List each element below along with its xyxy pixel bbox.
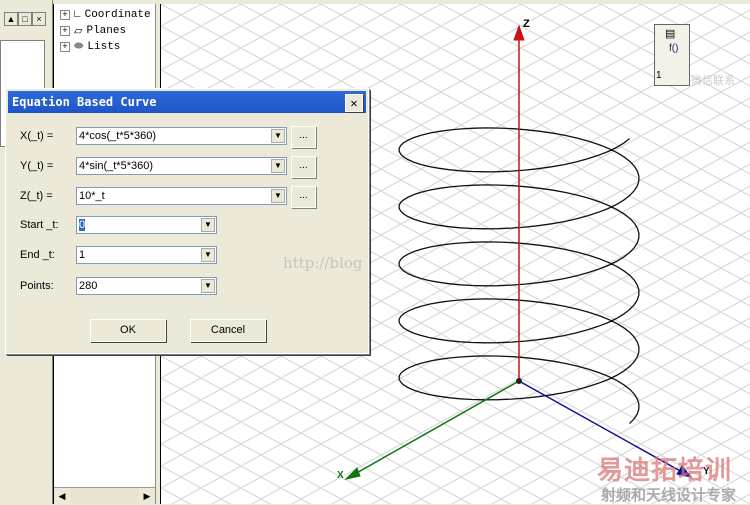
feature-thumbnail[interactable]: ▤ f() 1 (654, 24, 690, 86)
y-value: 4*sin(_t*5*360) (79, 160, 153, 172)
chevron-down-icon[interactable]: ▼ (201, 279, 215, 293)
close-button[interactable]: × (32, 12, 46, 26)
tree-item-coordinate[interactable]: + ∟ Coordinate (60, 7, 151, 23)
expand-icon[interactable]: + (60, 26, 70, 36)
watermark-tagline: 射频和天线设计专家 (601, 487, 737, 504)
minimize-button[interactable]: ▲ (4, 12, 18, 26)
scroll-left-icon[interactable]: ◀ (54, 488, 70, 504)
end-combo[interactable]: 1 ▼ (76, 246, 217, 264)
points-combo[interactable]: 280 ▼ (76, 277, 217, 295)
tree-item-lists[interactable]: + ⬬ Lists (60, 39, 120, 55)
cancel-button[interactable]: Cancel (190, 319, 266, 342)
expand-icon[interactable]: + (60, 10, 70, 20)
axes-icon: ∟ (74, 9, 81, 21)
start-label: Start _t: (20, 219, 59, 231)
document-icon: ▤ (665, 28, 676, 40)
y-browse-button[interactable]: ... (291, 156, 316, 178)
y-combo[interactable]: 4*sin(_t*5*360) ▼ (76, 157, 287, 175)
dialog-title: Equation Based Curve (12, 95, 157, 109)
thumbnail-label: 1 (656, 70, 662, 81)
scroll-track[interactable] (70, 488, 139, 504)
chevron-down-icon[interactable]: ▼ (271, 159, 285, 173)
chevron-down-icon[interactable]: ▼ (271, 129, 285, 143)
start-combo[interactable]: 0 ▼ (76, 216, 217, 234)
dialog-title-bar[interactable]: Equation Based Curve ✕ (8, 91, 366, 113)
origin-point (516, 378, 522, 384)
end-value: 1 (79, 249, 86, 261)
points-label: Points: (20, 280, 54, 292)
expand-icon[interactable]: + (60, 42, 70, 52)
z-label: Z(_t) = (20, 190, 53, 202)
start-value: 0 (79, 219, 86, 231)
planes-icon: ▱ (74, 26, 83, 38)
dialog-close-button[interactable]: ✕ (345, 94, 363, 112)
points-value: 280 (79, 280, 98, 292)
z-browse-button[interactable]: ... (291, 186, 316, 208)
equation-based-curve-dialog: Equation Based Curve ✕ X(_t) = 4*cos(_t*5… (5, 88, 369, 354)
x-label: X(_t) = (20, 130, 54, 142)
y-label: Y(_t) = (20, 160, 54, 172)
lists-icon: ⬬ (74, 41, 84, 53)
chevron-down-icon[interactable]: ▼ (201, 218, 215, 232)
watermark-url: http://blog (283, 254, 363, 272)
ok-button[interactable]: OK (90, 319, 166, 342)
x-browse-button[interactable]: ... (291, 126, 316, 148)
z-combo[interactable]: 10*_t ▼ (76, 187, 287, 205)
watermark-brand: 易迪拓培训 (597, 455, 733, 485)
end-label: End _t: (20, 249, 55, 261)
maximize-button[interactable]: □ (18, 12, 32, 26)
z-value: 10*_t (79, 190, 105, 202)
x-axis-label: X (337, 470, 344, 481)
tree-item-planes[interactable]: + ▱ Planes (60, 23, 126, 39)
chevron-down-icon[interactable]: ▼ (201, 248, 215, 262)
scroll-right-icon[interactable]: ▶ (139, 488, 155, 504)
function-icon: f() (669, 43, 679, 54)
watermark-wechat: 微信联系 (691, 75, 735, 87)
horizontal-scrollbar[interactable]: ◀ ▶ (54, 487, 155, 504)
x-value: 4*cos(_t*5*360) (79, 130, 157, 142)
z-axis-label: Z (523, 18, 530, 30)
chevron-down-icon[interactable]: ▼ (271, 189, 285, 203)
x-combo[interactable]: 4*cos(_t*5*360) ▼ (76, 127, 287, 145)
